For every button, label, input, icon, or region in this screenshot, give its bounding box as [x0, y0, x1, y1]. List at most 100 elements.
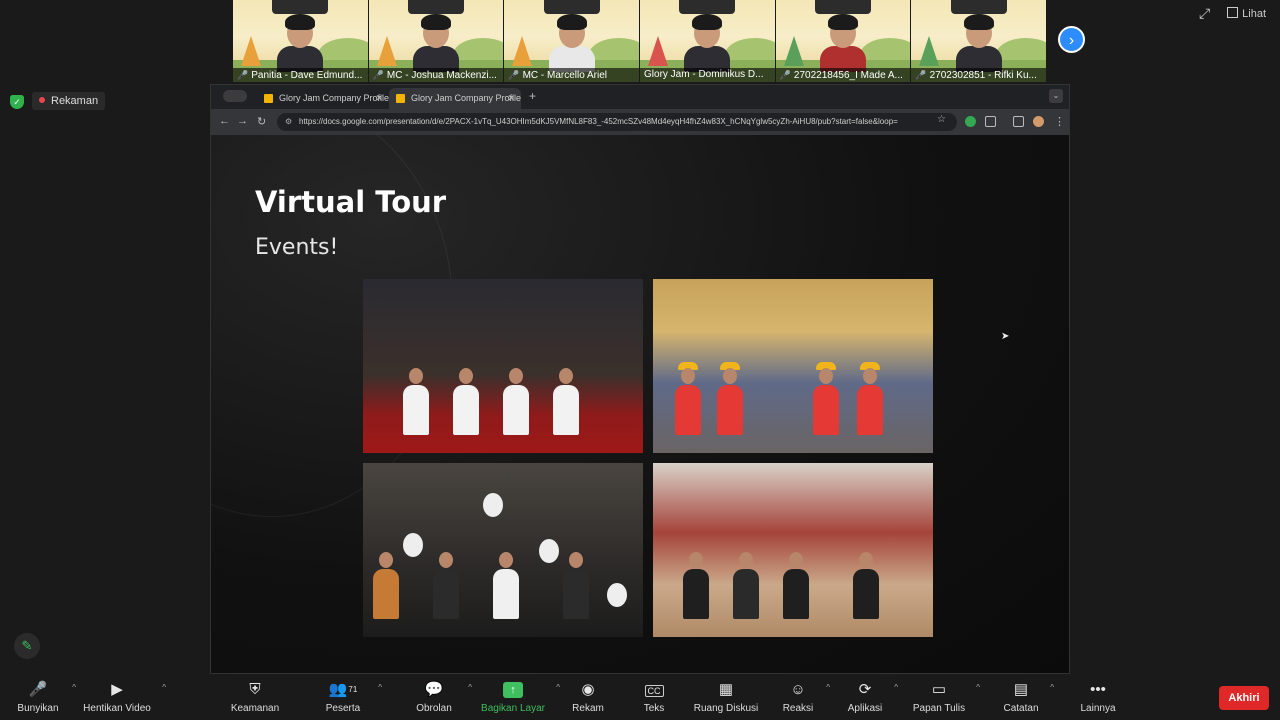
mic-muted-icon: 🎤 [372, 70, 384, 80]
mic-muted-icon: 🎤 [28, 681, 48, 698]
chevron-up-icon[interactable]: ^ [162, 683, 166, 692]
record-icon: ◉ [581, 681, 595, 698]
participant-name: 🎤 2702218456_I Made A... [775, 68, 911, 82]
browser-toolbar: ← → ↻ ⚙ https://docs.google.com/presenta… [211, 109, 1069, 135]
participant-video [820, 14, 867, 72]
chevron-up-icon[interactable]: ^ [556, 683, 560, 692]
browser-tab-bar: Glory Jam Company Profile ✕ Glory Jam Co… [211, 85, 1069, 109]
event-photo [363, 463, 643, 637]
whiteboard-button[interactable]: ▭ Papan Tulis ^ [912, 675, 980, 720]
mic-muted-icon: 🎤 [508, 70, 520, 80]
participant-tile[interactable]: 🎤 2702302851 - Rifki Ku... [911, 0, 1047, 82]
chevron-up-icon[interactable]: ^ [468, 683, 472, 692]
bookmark-star-icon[interactable]: ☆ [937, 114, 946, 125]
grid-view-icon [1227, 7, 1239, 18]
mic-muted-icon: 🎤 [237, 70, 249, 80]
participant-name: 🎤 MC - Marcello Ariel [504, 68, 640, 82]
reaction-emoji-icon: ☺ [790, 681, 806, 698]
meeting-toolbar: 🎤 Bunyikan ^ ▶ Hentikan Video ^ ⛨ Keaman… [0, 675, 1280, 720]
record-button[interactable]: ◉ Rekam [566, 675, 610, 720]
chevron-up-icon[interactable]: ^ [1050, 683, 1054, 692]
encryption-shield-icon[interactable]: ✓ [10, 95, 24, 109]
unmute-button[interactable]: 🎤 Bunyikan ^ [14, 675, 76, 720]
participant-name: 🎤 MC - Joshua Mackenzi... [368, 68, 504, 82]
captions-icon: CC [636, 678, 672, 702]
chevron-up-icon[interactable]: ^ [72, 683, 76, 692]
breakout-rooms-button[interactable]: ▦ Ruang Diskusi [692, 675, 760, 720]
extension-icon[interactable] [965, 116, 976, 127]
participant-video [548, 14, 595, 72]
close-tab-icon[interactable]: ✕ [507, 88, 515, 109]
mic-muted-icon: 🎤 [915, 70, 927, 80]
breakout-rooms-icon: ▦ [718, 681, 734, 698]
participant-video [955, 14, 1002, 72]
participant-tile[interactable]: 🎤 MC - Joshua Mackenzi... [368, 0, 504, 82]
share-screen-button[interactable]: ↑ Bagikan Layar ^ [480, 675, 560, 720]
reload-icon[interactable]: ↻ [257, 115, 266, 128]
tab-search-icon[interactable]: ⌄ [1049, 89, 1063, 103]
participant-tile[interactable]: 🎤 2702218456_I Made A... [775, 0, 911, 82]
mouse-cursor-icon: ➤ [1001, 331, 1010, 342]
event-photo [653, 279, 933, 453]
tab-group[interactable] [223, 90, 247, 102]
more-button[interactable]: ••• Lainnya [1078, 675, 1118, 720]
address-bar[interactable]: ⚙ https://docs.google.com/presentation/d… [277, 113, 957, 131]
browser-menu-icon[interactable]: ⋮ [1054, 115, 1065, 128]
end-meeting-button[interactable]: Akhiri [1219, 686, 1269, 710]
chat-bubble-icon: 💬 [424, 681, 444, 698]
video-camera-icon: ▶ [111, 681, 123, 698]
participants-button[interactable]: 👥71 Peserta ^ [318, 675, 382, 720]
browser-tab[interactable]: Glory Jam Company Profile ✕ [257, 88, 389, 109]
presentation-slide: Virtual Tour Events! ➤ [211, 135, 1069, 673]
apps-button[interactable]: ⟳ Aplikasi ^ [846, 675, 898, 720]
slide-title: Virtual Tour [255, 185, 447, 219]
slides-favicon-icon [264, 94, 273, 103]
slides-favicon-icon [396, 94, 405, 103]
recording-badge[interactable]: Rekaman [32, 92, 106, 110]
notes-button[interactable]: ▤ Catatan ^ [1002, 675, 1054, 720]
chat-button[interactable]: 💬 Obrolan ^ [410, 675, 472, 720]
forward-icon[interactable]: → [237, 115, 248, 127]
browser-tab-active[interactable]: Glory Jam Company Profile ✕ [389, 88, 521, 109]
participant-count: 71 [348, 685, 358, 694]
notes-icon: ▤ [1013, 681, 1029, 698]
participant-tile[interactable]: Glory Jam - Dominikus D... [640, 0, 775, 82]
next-participants-button[interactable]: › [1058, 26, 1085, 53]
security-button[interactable]: ⛨ Keamanan [228, 675, 282, 720]
reactions-button[interactable]: ☺ Reaksi ^ [780, 675, 830, 720]
participant-name: 🎤 2702302851 - Rifki Ku... [911, 68, 1047, 82]
view-button[interactable]: Lihat [1227, 7, 1266, 20]
participants-icon: 👥71 [328, 681, 358, 698]
chevron-up-icon[interactable]: ^ [894, 683, 898, 692]
participant-tile[interactable]: 🎤 MC - Marcello Ariel [504, 0, 640, 82]
share-screen-icon: ↑ [480, 678, 546, 702]
profile-avatar[interactable] [1033, 116, 1044, 127]
extensions-puzzle-icon[interactable] [985, 116, 996, 127]
back-icon[interactable]: ← [219, 115, 230, 127]
close-tab-icon[interactable]: ✕ [375, 88, 383, 109]
exit-fullscreen-icon[interactable]: ⤢ [1199, 5, 1215, 21]
shield-icon: ⛨ [249, 681, 261, 698]
whiteboard-icon: ▭ [931, 681, 947, 698]
participant-video [684, 14, 731, 72]
chevron-up-icon[interactable]: ^ [378, 683, 382, 692]
event-photo [653, 463, 933, 637]
participant-video [277, 14, 324, 72]
slide-subtitle: Events! [255, 235, 339, 260]
recording-dot-icon [39, 97, 45, 103]
chevron-up-icon[interactable]: ^ [976, 683, 980, 692]
mic-muted-icon: 🎤 [779, 70, 791, 80]
captions-button[interactable]: CC Teks [636, 675, 672, 720]
participant-video [413, 14, 459, 72]
stop-video-button[interactable]: ▶ Hentikan Video ^ [82, 675, 166, 720]
new-tab-icon[interactable]: + [529, 89, 536, 103]
participant-tile[interactable]: 🎤 Panitia - Dave Edmund... [233, 0, 368, 82]
apps-icon: ⟳ [858, 681, 872, 698]
participant-name: Glory Jam - Dominikus D... [640, 68, 775, 82]
chevron-up-icon[interactable]: ^ [826, 683, 830, 692]
annotate-pen-icon[interactable]: ✎ [14, 633, 40, 659]
participant-name: 🎤 Panitia - Dave Edmund... [233, 68, 368, 82]
side-panel-icon[interactable] [1013, 116, 1024, 127]
recording-label: Rekaman [51, 95, 99, 107]
site-info-icon[interactable]: ⚙ [285, 113, 292, 131]
